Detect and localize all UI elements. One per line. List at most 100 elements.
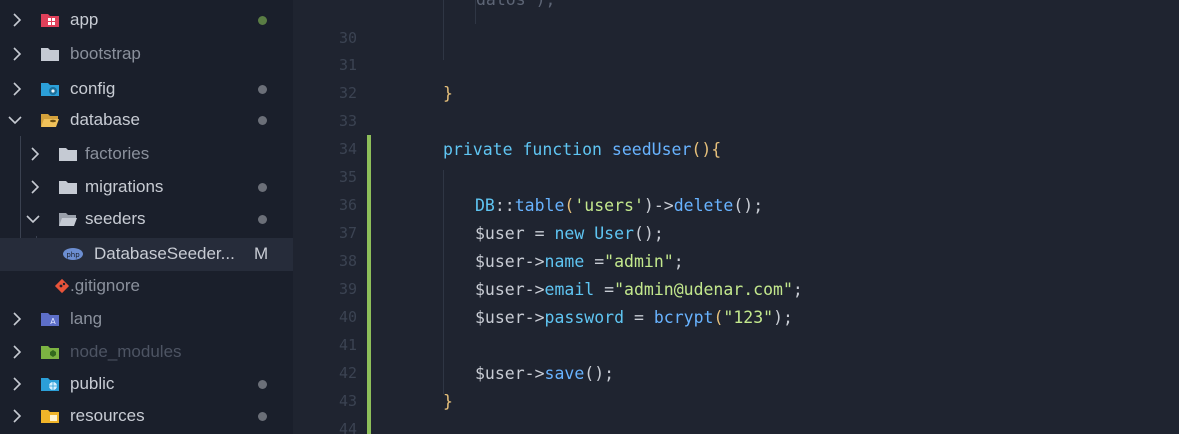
chevron-down-icon[interactable]	[6, 109, 24, 131]
tree-item-config[interactable]: config	[0, 73, 293, 106]
svg-text:A: A	[50, 317, 56, 326]
code-token: "admin"	[604, 252, 674, 271]
code-line-34: private function seedUser(){	[443, 140, 721, 160]
code-token: seedUser	[611, 140, 692, 159]
chevron-right-icon[interactable]	[8, 341, 26, 363]
public-folder-icon	[40, 376, 60, 392]
code-token: name	[544, 252, 585, 271]
tree-item-database[interactable]: database	[0, 104, 293, 137]
tree-item-node-modules[interactable]: node_modules	[0, 336, 293, 369]
tree-item-seeders[interactable]: seeders	[0, 203, 293, 236]
code-token: $user	[475, 364, 525, 383]
code-line-40: $user->password = bcrypt("123");	[475, 308, 793, 328]
code-token: $user	[475, 252, 525, 271]
chevron-right-icon[interactable]	[8, 78, 26, 100]
tree-item-app[interactable]: app	[0, 4, 293, 37]
vscode-window: app bootstrap config database factories …	[0, 0, 1179, 434]
code-token: ();	[733, 196, 764, 215]
node-folder-icon	[40, 344, 60, 360]
folder-open-icon	[58, 211, 78, 227]
code-token: private	[443, 140, 513, 159]
code-token: password	[544, 308, 625, 327]
indent-guide	[475, 0, 476, 24]
code-token: )->	[643, 196, 674, 215]
code-token: =	[524, 224, 555, 243]
chevron-right-icon[interactable]	[8, 405, 26, 427]
tree-item-factories[interactable]: factories	[0, 138, 293, 171]
indent-guide	[443, 170, 444, 394]
git-status-dot	[258, 16, 267, 25]
code-token: =	[624, 308, 654, 327]
line-number: 31	[338, 56, 357, 74]
tree-item-resources[interactable]: resources	[0, 400, 293, 433]
explorer-sidebar: app bootstrap config database factories …	[0, 0, 293, 434]
code-line-partial: datos");	[476, 0, 555, 9]
line-number: 38	[338, 252, 357, 270]
code-token: save	[544, 364, 585, 383]
chevron-right-icon[interactable]	[8, 9, 26, 31]
code-line-38: $user->name ="admin";	[475, 252, 684, 272]
tree-item-gitignore[interactable]: .gitignore	[0, 270, 293, 303]
lang-folder-icon: A	[40, 311, 60, 327]
folder-icon	[58, 146, 78, 162]
code-token: (	[713, 308, 724, 327]
tree-item-label: public	[70, 374, 115, 393]
tree-item-label: bootstrap	[70, 44, 141, 63]
chevron-right-icon[interactable]	[26, 143, 44, 165]
code-token: "admin@udenar.com"	[614, 280, 793, 299]
config-folder-icon	[40, 81, 60, 97]
tree-item-label: database	[70, 110, 140, 129]
tree-item-label: config	[70, 79, 116, 98]
code-token: =	[594, 280, 615, 299]
line-number: 32	[338, 84, 357, 102]
code-token: =	[584, 252, 605, 271]
code-token: $user	[475, 280, 525, 299]
code-token: }	[443, 392, 453, 411]
code-token: "123"	[723, 308, 774, 327]
tree-item-label: DatabaseSeeder...	[94, 244, 235, 263]
line-number: 33	[338, 112, 357, 130]
code-token: (	[564, 196, 575, 215]
code-token: ->	[524, 364, 545, 383]
chevron-down-icon[interactable]	[24, 208, 42, 230]
code-token: );	[773, 308, 793, 327]
tree-item-databaseseeder[interactable]: php DatabaseSeeder... M	[0, 238, 293, 271]
chevron-right-icon[interactable]	[8, 43, 26, 65]
code-token: ;	[792, 280, 803, 299]
tree-item-label: node_modules	[70, 342, 182, 361]
git-status-dot	[258, 183, 267, 192]
git-status-dot	[258, 380, 267, 389]
code-line-32: }	[443, 84, 453, 104]
tree-item-lang[interactable]: A lang	[0, 303, 293, 336]
code-token: ();	[633, 224, 664, 243]
code-token: function	[522, 140, 602, 159]
code-editor[interactable]: datos"); 30 31 32 33 34 35 36 37 38 39 4…	[293, 0, 1179, 434]
code-token: 'users'	[574, 196, 644, 215]
tree-item-label: factories	[85, 144, 150, 163]
tree-item-label: .gitignore	[70, 276, 140, 295]
git-modified-gutter-bar	[367, 135, 371, 434]
line-number: 36	[338, 196, 357, 214]
code-token: table	[514, 196, 565, 215]
line-number: 37	[338, 224, 357, 242]
code-token: $user	[475, 224, 525, 243]
indent-guide	[443, 0, 444, 60]
code-token: ->	[524, 252, 545, 271]
code-token: ();	[584, 364, 615, 383]
tree-item-migrations[interactable]: migrations	[0, 171, 293, 204]
code-token: new	[554, 224, 585, 243]
chevron-right-icon[interactable]	[8, 373, 26, 395]
chevron-right-icon[interactable]	[8, 308, 26, 330]
code-line-37: $user = new User();	[475, 224, 664, 244]
code-token: ;	[673, 252, 684, 271]
resources-folder-icon	[40, 408, 60, 424]
code-token: ->	[524, 280, 545, 299]
folder-icon	[40, 46, 60, 62]
git-status-dot	[258, 215, 267, 224]
chevron-right-icon[interactable]	[26, 176, 44, 198]
tree-item-bootstrap[interactable]: bootstrap	[0, 38, 293, 71]
tree-item-label: resources	[70, 406, 145, 425]
tree-item-public[interactable]: public	[0, 368, 293, 401]
code-token: DB	[475, 196, 495, 215]
code-line-43: }	[443, 392, 453, 412]
